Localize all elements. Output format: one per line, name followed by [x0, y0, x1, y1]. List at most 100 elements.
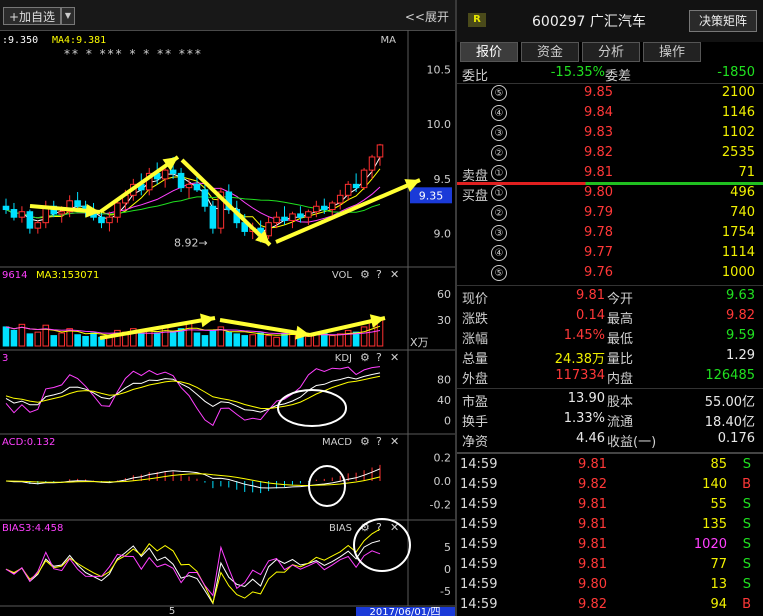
sell-level-badge: ① [491, 165, 507, 181]
tick-row: 14:59 9.81 85 S [457, 456, 763, 476]
divider [457, 388, 763, 389]
stat-value: 0.14 [576, 308, 605, 323]
tick-time: 14:59 [460, 537, 498, 552]
help-icon: ? [376, 521, 382, 534]
candle-body [209, 205, 217, 229]
indicator-axis-tick: 5 [444, 541, 451, 554]
vol-axis-tick: 30 [437, 314, 451, 327]
r-badge: R [468, 13, 486, 27]
tick-direction: S [742, 537, 751, 552]
tick-volume: 140 [702, 477, 727, 492]
candle-body [34, 222, 42, 229]
volume-bar [137, 333, 145, 347]
date-tag: 2017/06/01/四 [369, 607, 440, 616]
stat-label: 换手 [462, 415, 489, 430]
close-icon: ✕ [390, 268, 399, 281]
buy-price: 9.80 [584, 185, 613, 200]
watchlist-dropdown-chevron-icon[interactable]: ▼ [61, 7, 75, 25]
add-watchlist-button[interactable]: +加自选 [3, 7, 61, 25]
tab-analysis[interactable]: 分析 [582, 42, 640, 62]
candle-body [376, 144, 384, 158]
buy-volume: 1000 [721, 265, 755, 280]
buy-volume: 1754 [721, 225, 755, 240]
candle-body [360, 169, 368, 189]
candle-body [114, 202, 121, 218]
tab-operate[interactable]: 操作 [643, 42, 701, 62]
tick-row: 14:59 9.82 94 B [457, 596, 763, 616]
price-axis-tick: 9.5 [434, 173, 452, 186]
tick-time: 14:59 [460, 557, 498, 572]
highlight-circle [308, 465, 346, 507]
stat-label: 涨幅 [462, 332, 489, 347]
candle-body [352, 183, 360, 189]
volume-bar [360, 326, 368, 347]
tick-volume: 13 [710, 577, 727, 592]
stat-label: 现价 [462, 292, 489, 307]
panel-title-vol: VOL [332, 270, 353, 281]
candle-body [58, 211, 65, 215]
tick-direction: S [742, 457, 751, 472]
candle-body [10, 209, 18, 218]
volume-bar [145, 329, 153, 347]
tick-price: 9.81 [578, 457, 607, 472]
price-axis-tick: 10.5 [427, 63, 452, 76]
tick-direction: S [742, 577, 751, 592]
stat-value: 9.63 [726, 288, 755, 303]
sell-level-row: ④ 9.84 1146 [457, 104, 763, 124]
buy-price: 9.78 [584, 225, 613, 240]
kdj-k-line [5, 372, 381, 413]
stat-row: 外盘 117334 内盘 126485 [457, 367, 763, 387]
buy-level-badge: ⑤ [491, 265, 507, 281]
close-icon: ✕ [390, 435, 399, 448]
bias3-line [5, 545, 381, 597]
volume-bar [241, 335, 249, 347]
candle-body [321, 205, 328, 211]
volume-bar [328, 335, 336, 347]
weicha-label: 委差 [605, 69, 632, 84]
volume-bar [281, 333, 288, 347]
signal-markers: ** * *** * * ** *** [64, 47, 203, 61]
volume-bar [2, 326, 10, 347]
stat-row: 总量 24.38万 量比 1.29 [457, 347, 763, 367]
current-price-tag: 9.35 [419, 189, 444, 202]
buy-level-row: 买盘 ① 9.80 496 [457, 184, 763, 204]
indicator-legend: BIAS3:4.458 [2, 523, 63, 534]
expand-button[interactable]: <<展开 [405, 8, 449, 25]
candle-body [328, 202, 336, 211]
candle-body [289, 213, 296, 221]
volume-bar [313, 334, 320, 347]
tick-direction: S [742, 557, 751, 572]
stat-label: 最低 [607, 332, 634, 347]
tab-quote[interactable]: 报价 [460, 42, 518, 62]
kline-chart-svg[interactable]: 10.5 10.0 9.5 9.0:9.350 MA4:9.381 MA ** * *** … [0, 30, 455, 616]
decision-matrix-button[interactable]: 决策矩阵 [689, 10, 757, 32]
indicator-title: MACD [322, 437, 352, 448]
sell-price: 9.81 [584, 165, 613, 180]
tick-price: 9.81 [578, 537, 607, 552]
tick-volume: 55 [710, 497, 727, 512]
tick-time: 14:59 [460, 497, 498, 512]
tick-row: 14:59 9.80 13 S [457, 576, 763, 596]
stat-value: 117334 [555, 368, 605, 383]
tick-direction: S [742, 497, 751, 512]
tick-price: 9.80 [578, 577, 607, 592]
volume-bar [336, 333, 344, 347]
weicha-value: -1850 [717, 65, 755, 80]
stat-label: 收益(一) [607, 435, 657, 450]
sell-volume: 1102 [721, 125, 755, 140]
stat-value: 9.59 [726, 328, 755, 343]
candle-body [2, 205, 10, 211]
help-icon: ? [376, 268, 382, 281]
buy-level-row: ③ 9.78 1754 [457, 224, 763, 244]
volume-bar [233, 333, 241, 347]
volume-bar [169, 330, 177, 347]
close-icon: ✕ [390, 351, 399, 364]
candle-body [281, 216, 288, 221]
highlight-circle [277, 389, 347, 427]
tick-time: 14:59 [460, 597, 498, 612]
candle-body [74, 200, 81, 207]
indicator-legend: ACD:0.132 [2, 437, 55, 448]
sell-level-row: ③ 9.83 1102 [457, 124, 763, 144]
tab-funds[interactable]: 资金 [521, 42, 579, 62]
chart-area[interactable]: +加自选 ▼ <<展开 10.5 10.0 9.5 9.0:9.350 MA4:9.38… [0, 0, 455, 616]
